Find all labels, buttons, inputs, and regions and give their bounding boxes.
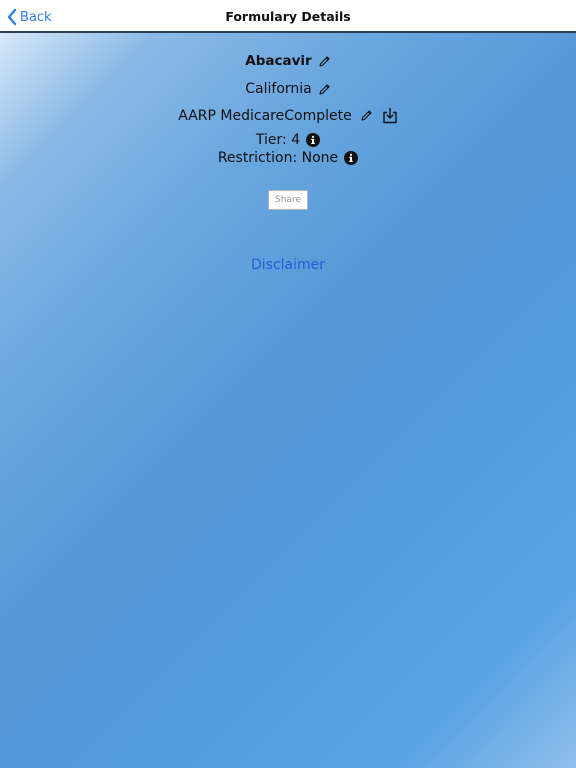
download-icon[interactable] bbox=[382, 107, 398, 124]
edit-state-pencil-icon[interactable] bbox=[318, 83, 331, 96]
state-name: California bbox=[245, 81, 312, 97]
tier-row: Tier: 4 bbox=[0, 132, 576, 148]
restriction-value: Restriction: None bbox=[217, 150, 339, 166]
details-panel: Abacavir California AARP MedicareComplet… bbox=[0, 33, 576, 768]
disclaimer-link[interactable]: Disclaimer bbox=[0, 257, 576, 273]
restriction-row: Restriction: None bbox=[0, 150, 576, 166]
edit-drug-pencil-icon[interactable] bbox=[318, 55, 331, 68]
drug-name: Abacavir bbox=[245, 53, 312, 69]
edit-plan-pencil-icon[interactable] bbox=[360, 109, 373, 122]
share-button[interactable]: Share bbox=[268, 190, 308, 210]
tier-value: Tier: 4 bbox=[255, 132, 301, 148]
tier-info-icon[interactable] bbox=[306, 133, 321, 147]
plan-name: AARP MedicareComplete bbox=[178, 107, 352, 124]
plan-row: AARP MedicareComplete bbox=[0, 107, 576, 124]
state-row: California bbox=[0, 81, 576, 97]
drug-row: Abacavir bbox=[0, 53, 576, 69]
restriction-info-icon[interactable] bbox=[344, 151, 359, 165]
navigation-bar: Back Formulary Details bbox=[0, 0, 576, 33]
page-title: Formulary Details bbox=[225, 9, 351, 24]
